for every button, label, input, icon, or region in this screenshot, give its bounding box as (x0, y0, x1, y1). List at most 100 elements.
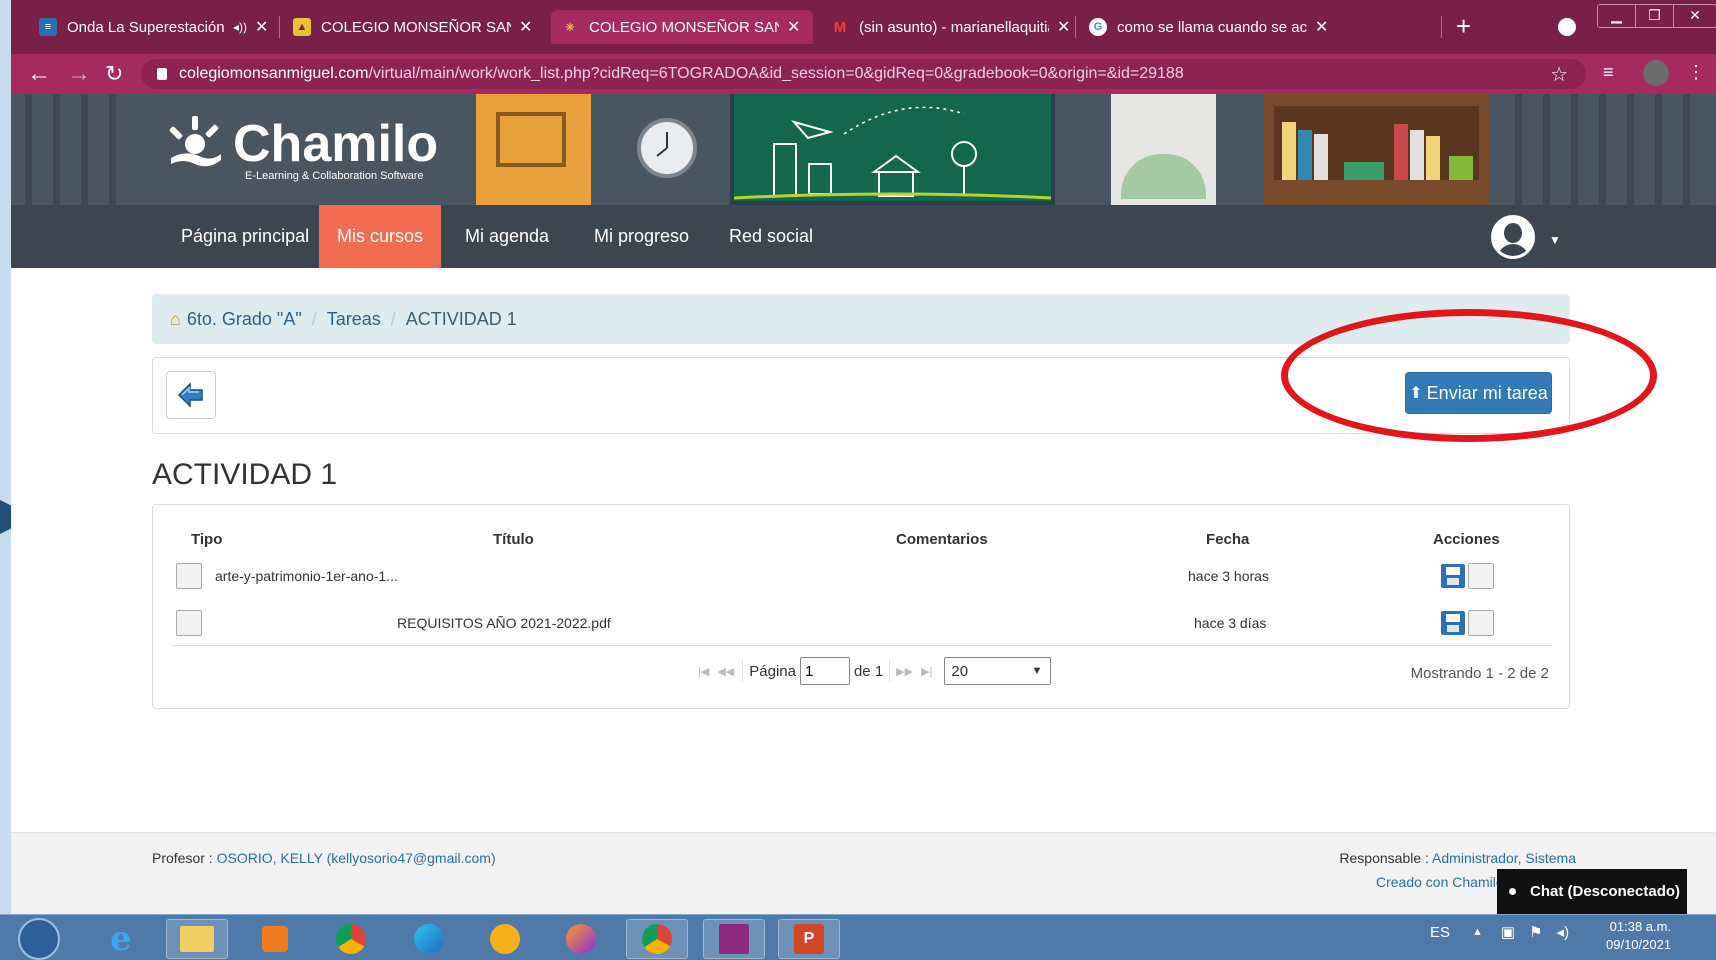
minimize-button[interactable]: ▁ (1598, 5, 1636, 27)
breadcrumb-section-link[interactable]: Tareas (327, 309, 381, 330)
close-icon[interactable]: ✕ (1315, 17, 1328, 37)
document-icon[interactable] (1468, 610, 1494, 636)
reload-icon[interactable]: ↻ (105, 60, 123, 88)
banner-stripe (81, 94, 88, 205)
window-controls: ▁ ❐ ✕ (1597, 4, 1716, 28)
last-page-icon[interactable]: ▶| (921, 665, 932, 678)
close-window-button[interactable]: ✕ (1674, 5, 1716, 27)
tray-expand-icon[interactable]: ▲ (1472, 926, 1483, 938)
teacher-info: Profesor : OSORIO, KELLY (kellyosorio47@… (152, 850, 496, 866)
book (1426, 136, 1440, 180)
breadcrumb-separator: / (311, 308, 317, 329)
browser-tab-chamilo-active[interactable]: ✳ COLEGIO MONSEÑOR SANMIG ✕ (551, 10, 813, 44)
rows-per-page-select[interactable]: 20 ▼ (944, 657, 1052, 685)
column-header-date[interactable]: Fecha (1206, 531, 1249, 548)
breadcrumb-current: ACTIVIDAD 1 (405, 308, 517, 329)
table-row: REQUISITOS AÑO 2021-2022.pdf hace 3 días (172, 610, 1552, 656)
menu-item-social[interactable]: Red social (711, 205, 831, 268)
column-header-title[interactable]: Título (493, 531, 534, 548)
page-of-label: de 1 (853, 662, 884, 680)
menu-dots-icon[interactable]: ⋮ (1687, 62, 1705, 83)
save-icon[interactable] (1441, 611, 1465, 635)
menu-item-agenda[interactable]: Mi agenda (447, 205, 567, 268)
chrome-icon[interactable] (320, 919, 382, 959)
volume-icon[interactable]: ◂) (1557, 923, 1570, 941)
chat-widget[interactable]: Chat (Desconectado) (1497, 869, 1687, 914)
browser-tab-gmail[interactable]: M (sin asunto) - marianellaquitian ✕ (821, 12, 1080, 42)
home-icon[interactable]: ⌂ (170, 309, 181, 330)
menu-item-progress[interactable]: Mi progreso (576, 205, 707, 268)
prev-page-icon[interactable]: ◀◀ (717, 665, 734, 678)
close-icon[interactable]: ✕ (787, 17, 800, 37)
new-tab-button[interactable]: + (1456, 12, 1471, 40)
close-icon[interactable]: ✕ (255, 17, 268, 37)
column-header-actions[interactable]: Acciones (1433, 531, 1500, 548)
windows-start-icon[interactable] (18, 918, 60, 960)
reading-list-icon[interactable]: ≡ (1603, 62, 1614, 83)
book (1449, 156, 1473, 180)
internet-explorer-icon[interactable]: e (90, 919, 152, 959)
document-icon[interactable] (1468, 563, 1494, 589)
flag-icon[interactable]: ⚑ (1529, 923, 1542, 941)
responsible-link[interactable]: Administrador, Sistema (1432, 850, 1576, 866)
shelf-interior (1274, 106, 1479, 180)
column-header-type[interactable]: Tipo (191, 531, 222, 548)
browser-tab-radio[interactable]: ≡ Onda La Superestación 10 ◂)) ✕ (29, 12, 278, 42)
media-player-icon[interactable] (244, 919, 306, 959)
edge-icon[interactable] (398, 919, 460, 959)
back-arrow-icon[interactable]: ← (27, 60, 51, 88)
address-bar[interactable]: colegiomonsanmiguel.com /virtual/main/wo… (141, 59, 1586, 89)
first-page-icon[interactable]: |◀ (698, 665, 709, 678)
browser-toolbar: ← → ↻ colegiomonsanmiguel.com /virtual/m… (11, 54, 1716, 94)
teacher-link[interactable]: OSORIO, KELLY (kellyosorio47@gmail.com) (217, 850, 496, 866)
tab-title: Onda La Superestación 10 (67, 18, 227, 36)
close-icon[interactable]: ✕ (1057, 17, 1070, 37)
submission-title[interactable]: REQUISITOS AÑO 2021-2022.pdf (397, 615, 611, 631)
created-with-link[interactable]: Creado con Chamilo (1376, 874, 1504, 890)
winrar-icon[interactable] (703, 919, 765, 959)
audio-icon[interactable]: ◂)) (233, 20, 247, 34)
easel-illustration (1111, 94, 1216, 205)
back-button[interactable] (166, 371, 216, 419)
user-avatar-icon[interactable] (1491, 215, 1535, 259)
powerpoint-icon[interactable]: P (778, 919, 840, 959)
breadcrumb-course-link[interactable]: 6to. Grado "A" (187, 309, 302, 330)
firefox-icon[interactable] (550, 919, 612, 959)
chat-status-icon (1509, 888, 1516, 895)
chamilo-logo[interactable]: Chamilo E-Learning & Collaboration Softw… (165, 114, 439, 182)
radio-icon: ≡ (39, 18, 57, 36)
page-number-input[interactable] (799, 657, 850, 685)
column-header-comments[interactable]: Comentarios (896, 531, 988, 548)
logo-text: Chamilo (233, 115, 439, 173)
next-page-icon[interactable]: ▶▶ (896, 665, 913, 678)
submission-title[interactable]: arte-y-patrimonio-1er-ano-1... (215, 568, 398, 584)
tab-separator (1441, 16, 1442, 38)
language-indicator[interactable]: ES (1430, 924, 1450, 941)
school-icon: ▲ (293, 18, 311, 36)
network-icon[interactable]: ▣ (1501, 923, 1515, 941)
breadcrumb-separator: / (390, 308, 396, 329)
maximize-button[interactable]: ❐ (1636, 5, 1674, 27)
browser-tab-google[interactable]: G como se llama cuando se activ ✕ (1079, 12, 1338, 42)
menu-item-my-courses[interactable]: Mis cursos (319, 205, 442, 268)
save-icon[interactable] (1441, 564, 1465, 588)
vpn-shield-icon[interactable] (474, 919, 536, 959)
taskbar-clock[interactable]: 01:38 a.m. 09/10/2021 (1606, 918, 1671, 954)
clock-date: 09/10/2021 (1606, 937, 1672, 952)
browser-tab-school[interactable]: ▲ COLEGIO MONSEÑOR SANMIG ✕ (283, 12, 542, 42)
chrome-active-icon[interactable] (626, 919, 688, 959)
chat-label: Chat (Desconectado) (1530, 883, 1681, 900)
tab-separator (1075, 16, 1076, 38)
book (1282, 122, 1296, 180)
profile-indicator-icon[interactable] (1558, 18, 1576, 36)
caret-down-icon[interactable]: ▼ (1549, 233, 1561, 247)
bookmark-star-icon[interactable]: ☆ (1550, 62, 1568, 87)
submission-date: hace 3 horas (1188, 568, 1269, 584)
file-explorer-icon[interactable] (166, 919, 228, 959)
menu-item-home[interactable]: Página principal (163, 205, 327, 268)
extension-icon[interactable] (1643, 60, 1669, 86)
forward-arrow-icon[interactable]: → (67, 60, 91, 88)
banner-stripe (25, 94, 32, 205)
close-icon[interactable]: ✕ (519, 17, 532, 37)
main-navbar: Página principal Mis cursos Mi agenda Mi… (11, 205, 1716, 268)
